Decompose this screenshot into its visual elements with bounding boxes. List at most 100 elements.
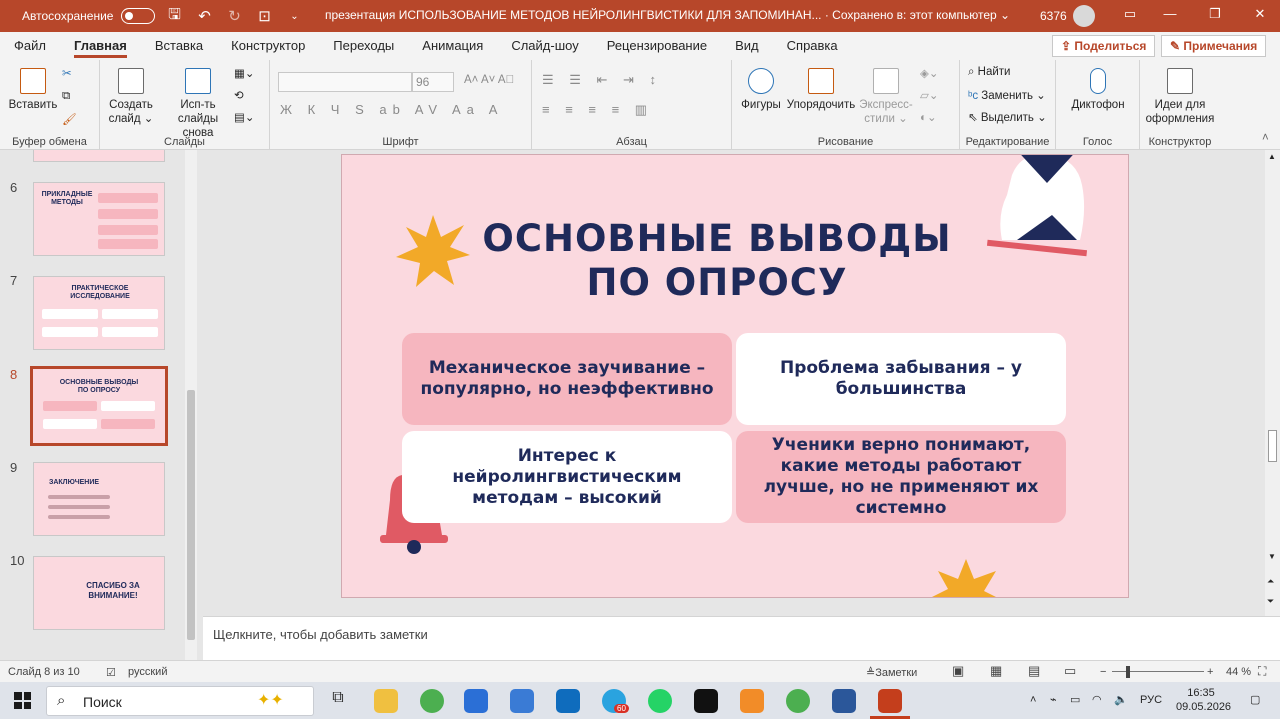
shapes-button[interactable]: Фигуры xyxy=(738,68,784,112)
zoom-in-icon[interactable]: + xyxy=(1207,666,1213,678)
font-style-buttons[interactable]: Ж К Ч S ab AV Aa A xyxy=(280,102,503,117)
grow-font-icon[interactable]: A˄ A˅ A⃠ xyxy=(464,74,514,86)
notifications-icon[interactable]: ▢ xyxy=(1250,693,1260,707)
thumbnail-scrollbar[interactable] xyxy=(185,150,197,660)
notes-toggle[interactable]: ≜Заметки xyxy=(866,666,917,679)
shape-effects-icon[interactable]: ◐⌄ xyxy=(920,110,937,124)
section-icon[interactable]: ▤⌄ xyxy=(234,110,255,124)
share-button[interactable]: ⇪ Поделиться xyxy=(1052,35,1156,57)
taskbar-search[interactable]: ⌕ Поиск ✦✦ xyxy=(46,686,314,716)
thumbnail-slide-8[interactable]: ОСНОВНЫЕ ВЫВОДЫ ПО ОПРОСУ xyxy=(30,366,168,446)
fit-slide-icon[interactable]: ⛶ xyxy=(1258,664,1266,679)
tab-transitions[interactable]: Переходы xyxy=(319,32,408,60)
present-icon[interactable]: ⊡ xyxy=(253,5,275,27)
tab-view[interactable]: Вид xyxy=(721,32,773,60)
thumbnail-slide-5[interactable] xyxy=(33,150,165,162)
finding-card[interactable]: Интерес к нейролингвистическим методам –… xyxy=(402,431,732,523)
finding-card[interactable]: Ученики верно понимают, какие методы раб… xyxy=(736,431,1066,523)
slide-title[interactable]: ОСНОВНЫЕ ВЫВОДЫ ПО ОПРОСУ xyxy=(452,217,982,305)
powerpoint-icon[interactable] xyxy=(878,689,902,713)
new-slide-button[interactable]: Создать слайд ⌄ xyxy=(106,68,156,126)
app-icon[interactable] xyxy=(510,689,534,713)
tab-review[interactable]: Рецензирование xyxy=(593,32,721,60)
tab-design[interactable]: Конструктор xyxy=(217,32,319,60)
chrome-icon[interactable] xyxy=(786,689,810,713)
replace-button[interactable]: ᵇc Заменить ⌄ xyxy=(968,88,1046,102)
thumbnail-slide-6[interactable]: ПРИКЛАДНЫЕ МЕТОДЫ xyxy=(33,182,165,256)
autosave-toggle[interactable] xyxy=(121,8,156,24)
scroll-thumb[interactable] xyxy=(187,390,195,640)
editor-scrollbar[interactable]: ▲ ▼ ⏶ ⏷ xyxy=(1265,150,1280,616)
thumbnail-slide-10[interactable]: СПАСИБО ЗА ВНИМАНИЕ! xyxy=(33,556,165,630)
tab-home[interactable]: Главная xyxy=(60,32,141,60)
thumbnail-slide-9[interactable]: ЗАКЛЮЧЕНИЕ xyxy=(33,462,165,536)
tab-slideshow[interactable]: Слайд-шоу xyxy=(497,32,592,60)
undo-icon[interactable]: ↶ xyxy=(193,5,215,27)
cut-icon[interactable]: ✂ xyxy=(62,66,72,80)
store-icon[interactable] xyxy=(464,689,488,713)
tab-file[interactable]: Файл xyxy=(0,32,60,60)
slideshow-view-icon[interactable]: ▭ xyxy=(1064,663,1076,679)
next-slide-icon[interactable]: ⏷ xyxy=(1267,596,1274,607)
finding-card[interactable]: Механическое заучивание – популярно, но … xyxy=(402,333,732,425)
zoom-out-icon[interactable]: − xyxy=(1100,666,1106,678)
sublime-icon[interactable] xyxy=(740,689,764,713)
scroll-up-icon[interactable]: ▲ xyxy=(1268,152,1276,161)
design-ideas-button[interactable]: Идеи для оформления xyxy=(1142,68,1218,126)
language-indicator[interactable]: РУС xyxy=(1140,693,1162,707)
scroll-down-icon[interactable]: ▼ xyxy=(1268,552,1276,561)
battery-icon[interactable]: ▭ xyxy=(1070,693,1080,707)
scroll-thumb[interactable] xyxy=(1268,430,1277,462)
zoom-slider-thumb[interactable] xyxy=(1126,666,1130,678)
chrome-icon[interactable] xyxy=(420,689,444,713)
find-button[interactable]: ⌕ Найти xyxy=(968,66,1010,79)
close-icon[interactable]: ✕ xyxy=(1250,6,1270,26)
comments-button[interactable]: ✎ Примечания xyxy=(1161,35,1267,57)
spellcheck-icon[interactable]: ☑ xyxy=(106,666,116,679)
tab-animations[interactable]: Анимация xyxy=(408,32,497,60)
copy-icon[interactable]: ⧉ xyxy=(62,90,70,103)
shape-outline-icon[interactable]: ▱⌄ xyxy=(920,88,938,102)
wifi-icon[interactable]: ◠ xyxy=(1092,693,1102,707)
network-icon[interactable]: ⌁ xyxy=(1050,693,1057,707)
outlook-icon[interactable] xyxy=(556,689,580,713)
normal-view-icon[interactable]: ▣ xyxy=(952,663,964,679)
select-button[interactable]: ⇖ Выделить ⌄ xyxy=(968,110,1047,124)
font-name-box[interactable] xyxy=(278,72,412,92)
reading-view-icon[interactable]: ▤ xyxy=(1028,663,1040,679)
align-buttons[interactable]: ≡ ≡ ≡ ≡ ▥ xyxy=(542,102,653,118)
paste-button[interactable]: Вставить xyxy=(6,68,60,112)
document-title[interactable]: презентация ИСПОЛЬЗОВАНИЕ МЕТОДОВ НЕЙРОЛ… xyxy=(325,8,1010,22)
arrange-button[interactable]: Упорядочить xyxy=(786,68,856,112)
avatar[interactable] xyxy=(1073,5,1095,27)
reuse-slides-button[interactable]: Исп-ть слайды снова xyxy=(164,68,232,140)
customize-qat-icon[interactable]: ⌄ xyxy=(283,5,305,27)
thumbnail-slide-7[interactable]: ПРАКТИЧЕСКОЕ ИССЛЕДОВАНИЕ xyxy=(33,276,165,350)
current-slide[interactable]: ОСНОВНЫЕ ВЫВОДЫ ПО ОПРОСУ Механическое з… xyxy=(341,154,1129,598)
notion-icon[interactable] xyxy=(694,689,718,713)
file-explorer-icon[interactable] xyxy=(374,689,398,713)
shape-fill-icon[interactable]: ◈⌄ xyxy=(920,66,938,80)
tab-insert[interactable]: Вставка xyxy=(141,32,217,60)
clock[interactable]: 16:35 09.05.2026 xyxy=(1176,686,1231,714)
collapse-ribbon-icon[interactable]: ˄ xyxy=(1262,132,1269,144)
redo-icon[interactable]: ↻ xyxy=(223,5,245,27)
word-icon[interactable] xyxy=(832,689,856,713)
previous-slide-icon[interactable]: ⏶ xyxy=(1267,576,1274,587)
volume-icon[interactable]: 🔈 xyxy=(1114,693,1128,707)
tray-overflow-icon[interactable]: ˄ xyxy=(1030,693,1036,707)
language-indicator[interactable]: русский xyxy=(128,666,167,678)
font-size-box[interactable]: 96 xyxy=(412,72,454,92)
minimize-icon[interactable]: — xyxy=(1160,6,1180,26)
windows-start-icon[interactable] xyxy=(14,692,31,709)
finding-card[interactable]: Проблема забывания – у большинства xyxy=(736,333,1066,425)
tab-help[interactable]: Справка xyxy=(773,32,852,60)
reset-icon[interactable]: ⟲ xyxy=(234,88,244,102)
layout-icon[interactable]: ▦⌄ xyxy=(234,66,255,80)
list-buttons[interactable]: ☰ ☰ ⇤ ⇥ ↕ xyxy=(542,72,662,88)
save-icon[interactable]: 🖫 xyxy=(163,5,185,27)
quick-styles-button[interactable]: Экспресс- стили ⌄ xyxy=(856,68,916,126)
restore-icon[interactable]: ❐ xyxy=(1205,6,1225,26)
slide-sorter-icon[interactable]: ▦ xyxy=(990,663,1002,679)
notes-pane[interactable]: Щелкните, чтобы добавить заметки xyxy=(203,616,1280,660)
